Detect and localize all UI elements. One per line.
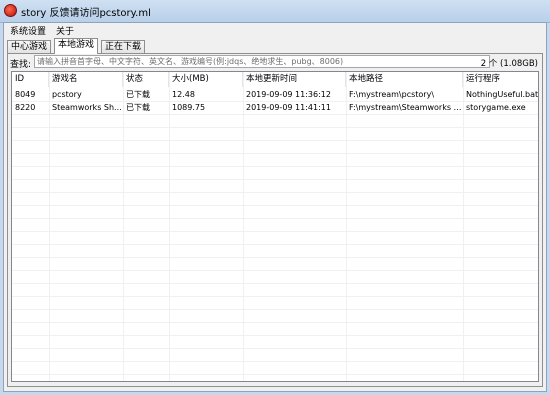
grid-line bbox=[12, 127, 538, 128]
search-label: 查找: bbox=[10, 60, 32, 70]
column-header-size[interactable]: 大小(MB) bbox=[169, 72, 243, 87]
games-table[interactable]: ID 游戏名 状态 大小(MB) 本地更新时间 本地路径 运行程序 8049 p… bbox=[11, 71, 539, 382]
main-window: 系统设置 关于 中心游戏 本地游戏 正在下载 查找: 2 个 (1.08GB) … bbox=[3, 22, 547, 392]
tab-downloading[interactable]: 正在下载 bbox=[101, 40, 146, 53]
grid-line bbox=[12, 179, 538, 180]
cell-update-time: 2019-09-09 11:36:12 bbox=[246, 90, 331, 99]
search-input[interactable] bbox=[34, 55, 490, 68]
table-row[interactable]: 8049 pcstory 已下载 12.48 2019-09-09 11:36:… bbox=[12, 89, 538, 101]
cell-game-name: pcstory bbox=[52, 90, 82, 99]
app-icon bbox=[4, 4, 17, 17]
grid-line bbox=[12, 101, 538, 102]
cell-status: 已下载 bbox=[126, 103, 150, 112]
column-header-id[interactable]: ID bbox=[12, 72, 49, 87]
cell-update-time: 2019-09-09 11:41:11 bbox=[246, 103, 331, 112]
grid-line bbox=[12, 114, 538, 115]
cell-game-name: Steamworks Sh... bbox=[52, 103, 122, 112]
cell-size: 12.48 bbox=[172, 90, 195, 99]
menu-about[interactable]: 关于 bbox=[56, 24, 74, 37]
window-title: story 反馈请访问pcstory.ml bbox=[21, 8, 151, 19]
cell-local-path: F:\mystream\Steamworks S... bbox=[349, 103, 463, 112]
cell-executable: NothingUseful.bat bbox=[466, 90, 539, 99]
grid-line bbox=[12, 283, 538, 284]
column-header-local-path[interactable]: 本地路径 bbox=[346, 72, 463, 87]
grid-line bbox=[12, 231, 538, 232]
column-header-game-name[interactable]: 游戏名 bbox=[49, 72, 123, 87]
cell-executable: storygame.exe bbox=[466, 103, 526, 112]
grid-line bbox=[12, 361, 538, 362]
grid-line bbox=[12, 335, 538, 336]
table-row[interactable]: 8220 Steamworks Sh... 已下载 1089.75 2019-0… bbox=[12, 102, 538, 114]
menu-bar: 系统设置 关于 bbox=[4, 23, 546, 37]
grid-line bbox=[12, 309, 538, 310]
title-bar: story 反馈请访问pcstory.ml bbox=[0, 0, 550, 23]
grid-line bbox=[12, 153, 538, 154]
table-header: ID 游戏名 状态 大小(MB) 本地更新时间 本地路径 运行程序 bbox=[12, 72, 538, 87]
cell-local-path: F:\mystream\pcstory\ bbox=[349, 90, 435, 99]
grid-line bbox=[12, 140, 538, 141]
cell-status: 已下载 bbox=[126, 90, 150, 99]
cell-id: 8049 bbox=[15, 90, 36, 99]
menu-system-settings[interactable]: 系统设置 bbox=[10, 24, 46, 37]
grid-line bbox=[12, 166, 538, 167]
grid-line bbox=[12, 322, 538, 323]
grid-line bbox=[12, 270, 538, 271]
column-header-status[interactable]: 状态 bbox=[123, 72, 169, 87]
tab-local-games[interactable]: 本地游戏 bbox=[54, 38, 99, 54]
grid-line bbox=[12, 296, 538, 297]
column-header-update-time[interactable]: 本地更新时间 bbox=[243, 72, 346, 87]
grid-line bbox=[12, 205, 538, 206]
games-count-summary: 2 个 (1.08GB) bbox=[480, 59, 538, 69]
cell-size: 1089.75 bbox=[172, 103, 206, 112]
grid-line bbox=[12, 257, 538, 258]
column-header-executable[interactable]: 运行程序 bbox=[463, 72, 538, 87]
local-games-panel: 查找: 2 个 (1.08GB) ID 游戏名 状态 大小(MB) 本地更新时间… bbox=[7, 53, 543, 387]
tab-center-games[interactable]: 中心游戏 bbox=[7, 40, 52, 53]
grid-line bbox=[12, 374, 538, 375]
cell-id: 8220 bbox=[15, 103, 36, 112]
grid-line bbox=[12, 348, 538, 349]
grid-line bbox=[12, 192, 538, 193]
grid-line bbox=[12, 218, 538, 219]
grid-line bbox=[12, 244, 538, 245]
